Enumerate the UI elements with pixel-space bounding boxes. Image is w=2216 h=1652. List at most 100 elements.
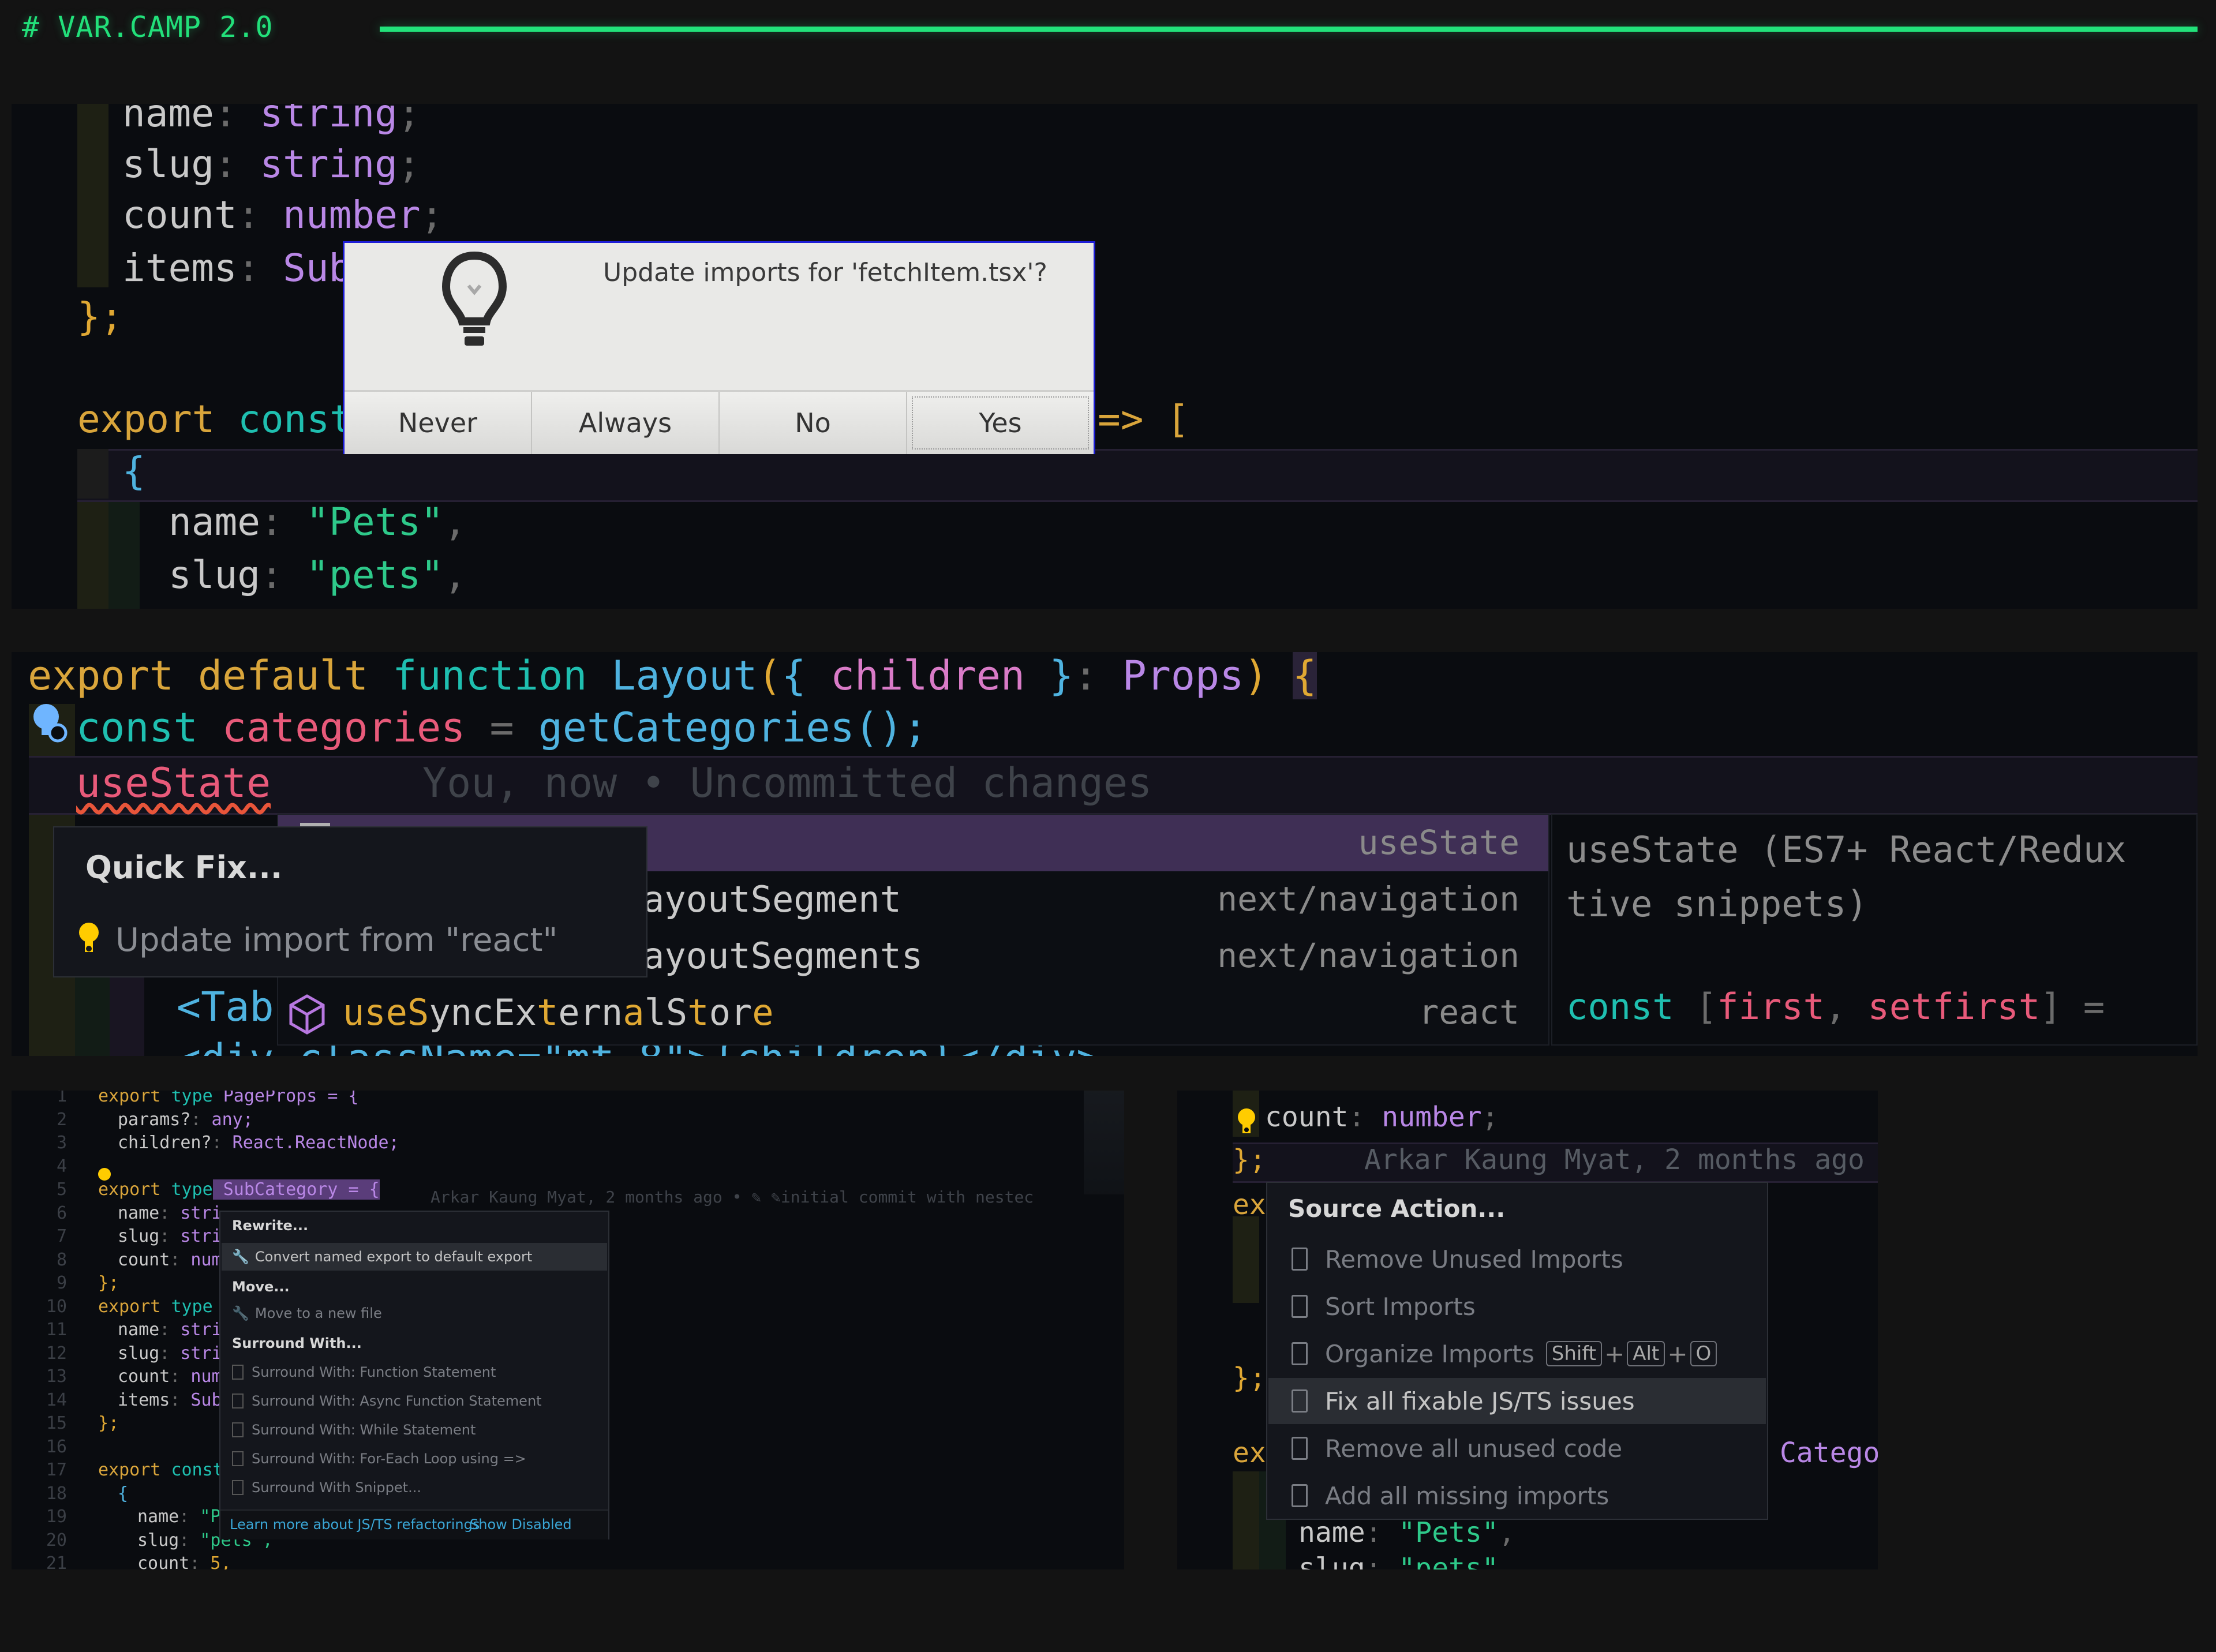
line-number: 20 — [46, 1530, 67, 1550]
source-action-item[interactable]: Sort Imports — [1268, 1283, 1766, 1329]
line-number: 13 — [46, 1366, 67, 1387]
source-action-item[interactable]: Fix all fixable JS/TS issues — [1268, 1378, 1766, 1424]
code-line: export type SubCategory = { — [98, 1179, 380, 1200]
source-action-label: Add all missing imports — [1325, 1481, 1609, 1510]
code-line: }; — [1233, 1362, 1266, 1394]
menu-item-surround[interactable]: Surround With: Function Statement — [232, 1364, 496, 1380]
lightbulb-autofix-icon[interactable] — [29, 700, 69, 747]
source-action-label: Remove all unused code — [1325, 1434, 1623, 1463]
line-number: 12 — [46, 1343, 67, 1363]
error-token: useState — [76, 759, 271, 807]
suggestion-item[interactable]: useSyncExternalStore react — [278, 984, 1548, 1041]
indent-guide — [108, 502, 140, 609]
git-blame-annotation: Arkar Kaung Myat, 2 months ago — [1364, 1144, 1865, 1176]
indent-guide — [1233, 1216, 1259, 1303]
always-button[interactable]: Always — [532, 392, 720, 454]
line-number: 18 — [46, 1483, 67, 1504]
code-line: name: "Pets", — [169, 500, 467, 544]
file-icon — [1292, 1389, 1308, 1413]
menu-item-surround[interactable]: Surround With: Async Function Statement — [232, 1393, 542, 1409]
code-line: export type — [98, 1296, 213, 1317]
source-action-item[interactable]: Remove Unused Imports — [1268, 1236, 1766, 1282]
code-line: }; — [77, 294, 123, 339]
source-action-item[interactable]: Add all missing imports — [1268, 1473, 1766, 1519]
line-number: 8 — [56, 1249, 67, 1270]
snippet-icon — [232, 1480, 244, 1495]
code-line: slug: string; — [122, 142, 421, 186]
menu-item-move-file[interactable]: 🔧 Move to a new file — [232, 1305, 382, 1321]
code-line: name: stri — [118, 1320, 222, 1340]
quick-fix-item[interactable]: Update import from "react" — [77, 920, 557, 960]
menu-section-surround: Surround With... — [232, 1335, 362, 1351]
code-line: name: stri — [118, 1203, 222, 1223]
line-number: 9 — [56, 1273, 67, 1293]
code-line: slug: stri — [118, 1343, 222, 1363]
line-number: 14 — [46, 1389, 67, 1410]
code-line: }; — [1233, 1144, 1266, 1176]
line-number: 4 — [56, 1156, 67, 1177]
line-number: 3 — [56, 1133, 67, 1153]
lightbulb-icon[interactable] — [98, 1168, 111, 1181]
code-line: useState — [76, 759, 271, 807]
code-line: <Tab — [177, 983, 274, 1031]
page-title: # VAR.CAMP 2.0 — [22, 10, 274, 44]
show-disabled-link[interactable]: Show Disabled — [470, 1516, 572, 1533]
line-number: 10 — [46, 1296, 67, 1317]
line-number: 6 — [56, 1203, 67, 1223]
learn-more-link[interactable]: Learn more about JS/TS refactorings — [230, 1516, 480, 1533]
file-icon — [1292, 1248, 1308, 1271]
code-line: export default function Layout({ childre… — [28, 652, 1317, 699]
keybinding-key: Shift — [1545, 1341, 1603, 1366]
dialog-button-row: Never Always No Yes — [345, 390, 1094, 454]
code-line: export type PageProps = { — [98, 1091, 359, 1106]
indent-guide — [1233, 1471, 1259, 1569]
code-line: count: num — [118, 1249, 222, 1270]
snippet-icon — [232, 1451, 244, 1466]
source-action-item[interactable]: Organize Imports Shift + Alt + O — [1268, 1331, 1766, 1377]
menu-section-rewrite: Rewrite... — [232, 1218, 309, 1234]
file-icon — [1292, 1295, 1308, 1318]
menu-item-convert-export[interactable]: 🔧 Convert named export to default export — [222, 1243, 607, 1271]
code-line: name: string; — [122, 104, 421, 136]
never-button[interactable]: Never — [345, 392, 532, 454]
code-line: count: num — [118, 1366, 222, 1387]
source-action-item[interactable]: Remove all unused code — [1268, 1425, 1766, 1471]
code-line: items: Sub — [118, 1389, 222, 1410]
line-number: 7 — [56, 1226, 67, 1246]
line-number: 19 — [46, 1507, 67, 1527]
no-button[interactable]: No — [720, 392, 907, 454]
lightbulb-icon — [441, 251, 507, 346]
line-number: 2 — [56, 1109, 67, 1130]
code-line: { — [122, 449, 145, 493]
indent-guide — [77, 502, 108, 609]
lightbulb-icon — [79, 923, 99, 952]
code-line: slug: "pets" — [1298, 1552, 1499, 1569]
wrench-icon: 🔧 — [232, 1305, 249, 1321]
source-action-label: Sort Imports — [1325, 1292, 1476, 1321]
menu-section-move: Move... — [232, 1279, 290, 1295]
menu-item-surround[interactable]: Surround With: For-Each Loop using => — [232, 1451, 526, 1467]
keybinding-key: O — [1690, 1341, 1717, 1366]
git-blame-annotation: You, now • Uncommitted changes — [422, 759, 1152, 807]
menu-item-surround[interactable]: Surround With Snippet... — [232, 1479, 421, 1496]
code-line: { — [118, 1483, 129, 1504]
source-action-menu: Source Action... Remove Unused Imports So… — [1266, 1182, 1768, 1520]
dialog-message: Update imports for 'fetchItem.tsx'? — [603, 258, 1047, 287]
line-number: 5 — [56, 1179, 67, 1200]
keybinding-key: Alt — [1627, 1341, 1665, 1366]
wrench-icon: 🔧 — [232, 1249, 249, 1265]
minimap[interactable] — [1084, 1091, 1124, 1194]
current-line-highlight — [77, 449, 2198, 502]
yes-button[interactable]: Yes — [907, 392, 1094, 454]
lightbulb-icon[interactable] — [1236, 1107, 1257, 1139]
doc-text: tive snippets) — [1566, 883, 1868, 925]
code-line: count: number; — [122, 193, 444, 237]
doc-code: const [first, setfirst] = — [1566, 986, 2105, 1028]
update-imports-dialog: Update imports for 'fetchItem.tsx'? Neve… — [343, 241, 1095, 454]
indent-guide — [77, 104, 108, 287]
code-line: name: "Pets", — [1298, 1516, 1515, 1549]
source-action-label: Fix all fixable JS/TS issues — [1325, 1387, 1635, 1415]
quick-fix-menu: Quick Fix... Update import from "react" — [53, 826, 647, 977]
menu-item-surround[interactable]: Surround With: While Statement — [232, 1422, 476, 1438]
line-number: 1 — [56, 1091, 67, 1106]
